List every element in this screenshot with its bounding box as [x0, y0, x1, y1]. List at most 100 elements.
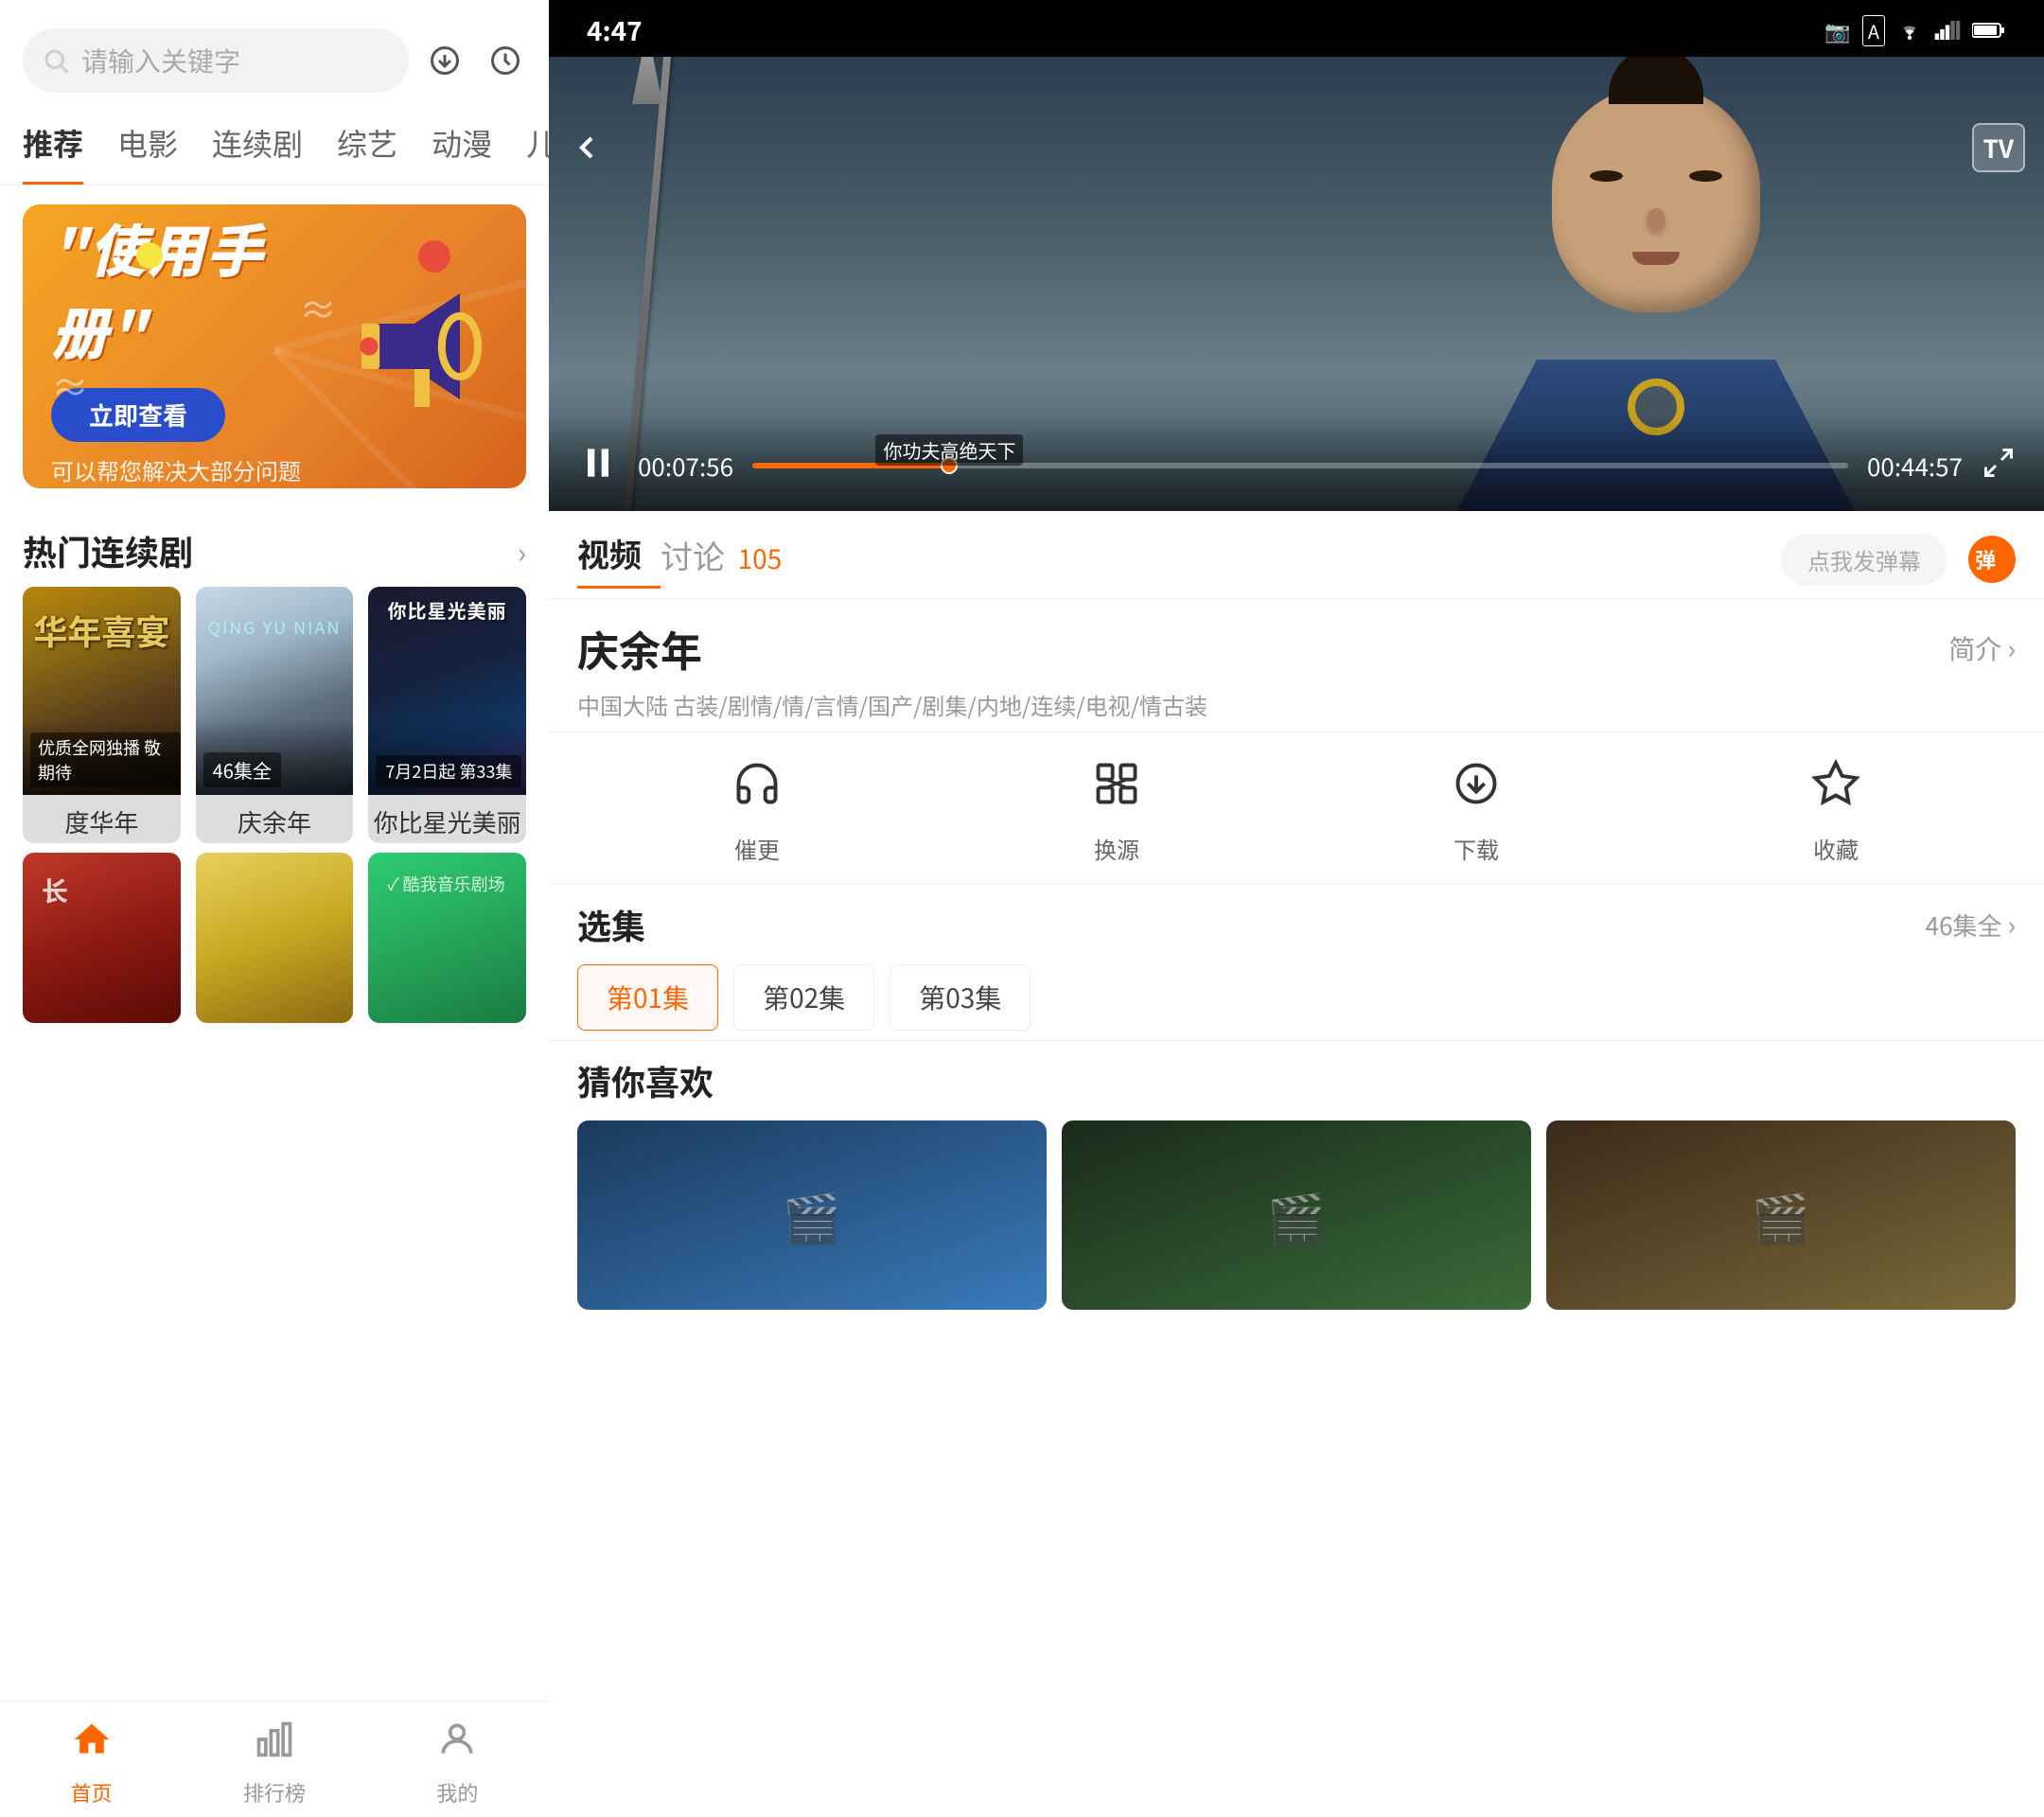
recommend-section: 猜你喜欢 🎬 🎬 🎬 — [549, 1041, 2044, 1817]
episode-header: 选集 46集全 › — [577, 900, 2016, 949]
bottom-nav-home[interactable]: 首页 — [0, 1717, 183, 1808]
drama-card-row2-1[interactable]: 长 — [23, 853, 181, 1023]
tv-icon[interactable]: TV — [1972, 123, 2025, 172]
search-bar: 请输入关键字 — [0, 0, 549, 112]
collect-icon — [1811, 751, 1860, 822]
search-placeholder: 请输入关键字 — [81, 42, 240, 79]
source-icon — [1092, 751, 1141, 822]
drama-name: 庆余年 — [577, 618, 702, 679]
search-actions — [424, 40, 526, 81]
danmu-area: 点我发弹幕 弹 ● — [1781, 534, 2016, 586]
video-player[interactable]: TV 00:07:56 你功夫高绝天下 00:44:57 — [549, 57, 2044, 511]
search-icon — [42, 46, 70, 75]
tab-recommend[interactable]: 推荐 — [23, 112, 83, 185]
danmu-dot: ● — [1996, 548, 2009, 567]
episode-item-3[interactable]: 第03集 — [890, 964, 1031, 1031]
profile-icon — [436, 1717, 478, 1772]
download-icon[interactable] — [424, 40, 466, 81]
rec-card2-img: 🎬 — [1062, 1120, 1531, 1310]
banner-wave2: ≈ — [299, 280, 337, 335]
drama-badge3: 7月2日起 第33集 — [376, 755, 521, 787]
banner-dot-yellow — [136, 242, 163, 269]
right-panel: 4:47 📷 A — [549, 0, 2044, 1817]
status-icons: 📷 A — [1824, 15, 2006, 46]
row2-label3: ✓ 酷我音乐剧场 — [368, 853, 526, 915]
danmu-input[interactable]: 点我发弹幕 — [1781, 534, 1947, 586]
card-overlay-text1: 华年喜宴 — [23, 606, 181, 655]
left-scrollable: ≈ ≈ "使用手册" 立即查看 可以帮您解决大部分问题 热门 — [0, 185, 549, 1701]
drama-card-duhuanian[interactable]: 华年喜宴 优质全网独播 敬期待 度华年 — [23, 587, 181, 843]
status-time: 4:47 — [587, 11, 643, 49]
fullscreen-button[interactable] — [1982, 441, 2016, 490]
episode-title: 选集 — [577, 900, 645, 949]
tab-video[interactable]: 视频 — [577, 530, 661, 589]
action-btn-source[interactable]: 换源 — [1092, 751, 1141, 865]
progress-bar[interactable]: 你功夫高绝天下 — [752, 463, 1848, 468]
hot-section-title: 热门连续剧 — [23, 526, 193, 575]
rec-card-1[interactable]: 🎬 — [577, 1120, 1047, 1310]
download-label: 下载 — [1454, 832, 1499, 865]
rec-card3-img: 🎬 — [1546, 1120, 2016, 1310]
drama-title-2: 庆余年 — [196, 795, 354, 843]
pause-button[interactable] — [577, 435, 619, 496]
tv-icon-box: TV — [1972, 123, 2025, 172]
status-camera-icon: 📷 — [1824, 15, 1850, 45]
drama-title-3: 你比星光美丽 — [368, 795, 526, 843]
video-current-time: 00:07:56 — [638, 449, 733, 484]
drama-card-img-qingyunian: QING YU NIAN 46集全 — [196, 587, 354, 795]
video-controls: 00:07:56 你功夫高绝天下 00:44:57 — [549, 416, 2044, 511]
tab-kids[interactable]: 儿童 — [526, 112, 549, 185]
char-eye-left — [1590, 170, 1623, 182]
bottom-nav-rank[interactable]: 排行榜 — [183, 1717, 365, 1808]
history-icon[interactable] — [485, 40, 526, 81]
drama-card-nixing[interactable]: 你比星光美丽 7月2日起 第33集 你比星光美丽 — [368, 587, 526, 843]
char-hair — [1609, 57, 1703, 104]
rec-card-2[interactable]: 🎬 — [1062, 1120, 1531, 1310]
banner-wave1: ≈ — [51, 358, 89, 413]
danmu-button[interactable]: 弹 ● — [1968, 536, 2016, 583]
back-button[interactable] — [568, 123, 606, 178]
rec-card1-img: 🎬 — [577, 1120, 1047, 1310]
urge-label: 催更 — [734, 832, 780, 865]
card-overlay2: QING YU NIAN — [196, 615, 354, 640]
search-input-wrap[interactable]: 请输入关键字 — [23, 28, 409, 93]
banner-content: "使用手册" 立即查看 可以帮您解决大部分问题 — [51, 206, 346, 486]
char-mouth — [1632, 252, 1680, 265]
drama-info-link[interactable]: 简介 › — [1948, 629, 2016, 667]
bottom-nav-profile-label: 我的 — [436, 1777, 478, 1808]
tab-variety[interactable]: 综艺 — [337, 112, 397, 185]
home-icon — [71, 1717, 113, 1772]
banner-subtitle: 可以帮您解决大部分问题 — [51, 453, 346, 486]
row2-label1: 长 — [23, 853, 181, 928]
tab-discuss[interactable]: 讨论 105 — [661, 532, 801, 588]
rec-card-3[interactable]: 🎬 — [1546, 1120, 2016, 1310]
discuss-count: 105 — [738, 539, 783, 577]
card-overlay3: 你比星光美丽 — [368, 596, 526, 624]
source-label: 换源 — [1094, 832, 1139, 865]
recommend-cards: 🎬 🎬 🎬 — [577, 1120, 2016, 1310]
tab-drama[interactable]: 连续剧 — [212, 112, 303, 185]
action-btn-collect[interactable]: 收藏 — [1811, 751, 1860, 865]
episode-count[interactable]: 46集全 › — [1926, 906, 2016, 944]
episode-section: 选集 46集全 › 第01集 第02集 第03集 — [549, 885, 2044, 1041]
tab-movie[interactable]: 电影 — [117, 112, 178, 185]
bottom-nav-profile[interactable]: 我的 — [366, 1717, 549, 1808]
action-btn-download[interactable]: 下载 — [1452, 751, 1501, 865]
episode-list: 第01集 第02集 第03集 — [577, 964, 2016, 1031]
bottom-nav-rank-label: 排行榜 — [243, 1777, 306, 1808]
drama-card-qingyunian[interactable]: QING YU NIAN 46集全 庆余年 — [196, 587, 354, 843]
hot-section-arrow[interactable]: › — [518, 530, 526, 572]
episode-item-2[interactable]: 第02集 — [733, 964, 874, 1031]
banner[interactable]: ≈ ≈ "使用手册" 立即查看 可以帮您解决大部分问题 — [23, 204, 526, 488]
episode-item-1[interactable]: 第01集 — [577, 964, 718, 1031]
urge-icon — [732, 751, 782, 822]
bottom-nav-home-label: 首页 — [71, 1777, 113, 1808]
drama-card-row2-3[interactable]: ✓ 酷我音乐剧场 — [368, 853, 526, 1023]
video-subtitle: 你功夫高绝天下 — [875, 434, 1023, 466]
action-btn-urge[interactable]: 催更 — [732, 751, 782, 865]
status-signal-icon — [1934, 21, 1961, 40]
video-tabs: 视频 讨论 105 点我发弹幕 弹 ● — [549, 511, 2044, 599]
tab-anime[interactable]: 动漫 — [432, 112, 492, 185]
drama-card-row2-2[interactable] — [196, 853, 354, 1023]
drama-title-1: 度华年 — [23, 795, 181, 843]
